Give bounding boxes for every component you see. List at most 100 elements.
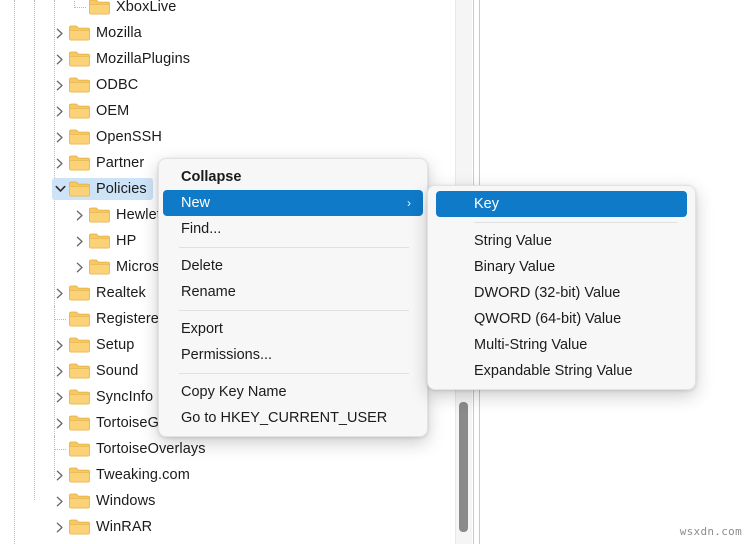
menu-item-label: New bbox=[181, 195, 211, 211]
chevron-right-icon[interactable] bbox=[72, 230, 89, 252]
tree-item[interactable]: HP bbox=[0, 228, 142, 254]
tree-item-label: Policies bbox=[96, 181, 147, 197]
tree-item[interactable]: TortoiseOverlays bbox=[0, 436, 212, 462]
tree-item-hit[interactable]: OpenSSH bbox=[52, 126, 168, 148]
menu-item[interactable]: Permissions... bbox=[163, 342, 423, 368]
tree-item-label: Windows bbox=[96, 493, 156, 509]
tree-item-hit[interactable]: MozillaPlugins bbox=[52, 48, 196, 70]
registry-editor-screenshot: XboxLive Mozilla MozillaPlugins ODBC OEM Open… bbox=[0, 0, 750, 544]
context-menu[interactable]: Collapse New › Find... Delete Rename Export Per… bbox=[158, 158, 428, 437]
tree-leaf-connector-icon bbox=[52, 308, 69, 330]
menu-item-label: Binary Value bbox=[474, 259, 556, 275]
vertical-scrollbar-thumb[interactable] bbox=[459, 402, 468, 532]
menu-item-label: Rename bbox=[181, 284, 236, 300]
tree-item[interactable]: Mozilla bbox=[0, 20, 148, 46]
tree-item[interactable]: Tweaking.com bbox=[0, 462, 196, 488]
menu-item-label: Copy Key Name bbox=[181, 384, 287, 400]
folder-icon bbox=[69, 363, 90, 379]
menu-item-label: Go to HKEY_CURRENT_USER bbox=[181, 410, 388, 426]
tree-item-hit[interactable]: Partner bbox=[52, 152, 150, 174]
context-submenu-new[interactable]: Key String Value Binary Value DWORD (32-bit… bbox=[427, 185, 696, 390]
chevron-right-icon[interactable] bbox=[52, 22, 69, 44]
folder-icon bbox=[69, 155, 90, 171]
chevron-right-icon[interactable] bbox=[52, 282, 69, 304]
menu-item[interactable]: Collapse bbox=[163, 164, 423, 190]
menu-item[interactable]: Go to HKEY_CURRENT_USER bbox=[163, 405, 423, 431]
menu-item[interactable]: Expandable String Value bbox=[432, 358, 691, 384]
tree-item-label: Tweaking.com bbox=[96, 467, 190, 483]
tree-item-hit[interactable]: Mozilla bbox=[52, 22, 148, 44]
chevron-right-icon[interactable] bbox=[52, 48, 69, 70]
menu-item[interactable]: Delete bbox=[163, 253, 423, 279]
chevron-right-icon[interactable] bbox=[52, 464, 69, 486]
tree-item[interactable]: ODBC bbox=[0, 72, 144, 98]
tree-item[interactable]: OEM bbox=[0, 98, 135, 124]
chevron-right-icon[interactable] bbox=[52, 334, 69, 356]
tree-leaf-connector-icon bbox=[72, 0, 89, 18]
tree-item[interactable]: SyncInfo bbox=[0, 384, 159, 410]
menu-item[interactable]: New › bbox=[163, 190, 423, 216]
menu-item[interactable]: Find... bbox=[163, 216, 423, 242]
tree-item[interactable]: MozillaPlugins bbox=[0, 46, 196, 72]
tree-item[interactable]: WinRAR bbox=[0, 514, 158, 540]
menu-item[interactable]: QWORD (64-bit) Value bbox=[432, 306, 691, 332]
tree-item-hit[interactable]: SyncInfo bbox=[52, 386, 159, 408]
tree-item[interactable]: TortoiseGit bbox=[0, 410, 172, 436]
menu-item[interactable]: Multi-String Value bbox=[432, 332, 691, 358]
chevron-right-icon[interactable] bbox=[52, 100, 69, 122]
tree-item-hit[interactable]: Realtek bbox=[52, 282, 152, 304]
menu-item[interactable]: Binary Value bbox=[432, 254, 691, 280]
menu-item[interactable]: Key bbox=[436, 191, 687, 217]
menu-item[interactable]: Rename bbox=[163, 279, 423, 305]
tree-item-label: Partner bbox=[96, 155, 145, 171]
tree-item[interactable]: OpenSSH bbox=[0, 124, 168, 150]
menu-item[interactable]: Copy Key Name bbox=[163, 379, 423, 405]
tree-item[interactable]: XboxLive bbox=[0, 0, 182, 20]
menu-item[interactable]: Export bbox=[163, 316, 423, 342]
tree-item-hit[interactable]: TortoiseOverlays bbox=[52, 438, 212, 460]
tree-item[interactable]: Microsoft bbox=[0, 254, 182, 280]
menu-item-label: Key bbox=[474, 196, 499, 212]
folder-icon bbox=[69, 519, 90, 535]
chevron-right-icon[interactable] bbox=[52, 126, 69, 148]
chevron-down-icon[interactable] bbox=[52, 178, 69, 200]
chevron-right-icon[interactable] bbox=[52, 152, 69, 174]
tree-item-hit[interactable]: WinRAR bbox=[52, 516, 158, 538]
menu-item[interactable]: String Value bbox=[432, 228, 691, 254]
tree-item-hit[interactable]: Windows bbox=[52, 490, 162, 512]
tree-item-label: Setup bbox=[96, 337, 135, 353]
tree-item-hit[interactable]: Policies bbox=[52, 178, 153, 200]
tree-item-hit[interactable]: ODBC bbox=[52, 74, 144, 96]
tree-item[interactable]: Setup bbox=[0, 332, 140, 358]
chevron-right-icon[interactable] bbox=[52, 74, 69, 96]
tree-item-hit[interactable]: TortoiseGit bbox=[52, 412, 172, 434]
tree-item-hit[interactable]: Sound bbox=[52, 360, 144, 382]
tree-item-label: SyncInfo bbox=[96, 389, 154, 405]
folder-icon bbox=[89, 259, 110, 275]
chevron-right-icon[interactable] bbox=[52, 490, 69, 512]
chevron-right-icon[interactable] bbox=[52, 516, 69, 538]
folder-icon bbox=[69, 337, 90, 353]
chevron-right-icon[interactable] bbox=[52, 360, 69, 382]
chevron-right-icon[interactable] bbox=[52, 412, 69, 434]
folder-icon bbox=[69, 103, 90, 119]
folder-icon bbox=[69, 311, 90, 327]
chevron-right-icon[interactable] bbox=[72, 204, 89, 226]
tree-item[interactable]: Realtek bbox=[0, 280, 152, 306]
tree-item[interactable]: WOW6432Node bbox=[0, 540, 209, 544]
tree-item[interactable]: Partner bbox=[0, 150, 150, 176]
tree-item-hit[interactable]: Setup bbox=[52, 334, 140, 356]
tree-item-hit[interactable]: XboxLive bbox=[72, 0, 182, 18]
tree-item[interactable]: Policies bbox=[0, 176, 153, 202]
tree-item-hit[interactable]: Tweaking.com bbox=[52, 464, 196, 486]
tree-item-hit[interactable]: OEM bbox=[52, 100, 135, 122]
folder-icon bbox=[89, 207, 110, 223]
tree-item[interactable]: Sound bbox=[0, 358, 144, 384]
chevron-right-icon[interactable] bbox=[72, 256, 89, 278]
tree-item-hit[interactable]: HP bbox=[72, 230, 142, 252]
menu-item[interactable]: DWORD (32-bit) Value bbox=[432, 280, 691, 306]
menu-item-label: Multi-String Value bbox=[474, 337, 588, 353]
chevron-right-icon[interactable] bbox=[52, 386, 69, 408]
tree-item[interactable]: Windows bbox=[0, 488, 162, 514]
tree-item-label: ODBC bbox=[96, 77, 139, 93]
